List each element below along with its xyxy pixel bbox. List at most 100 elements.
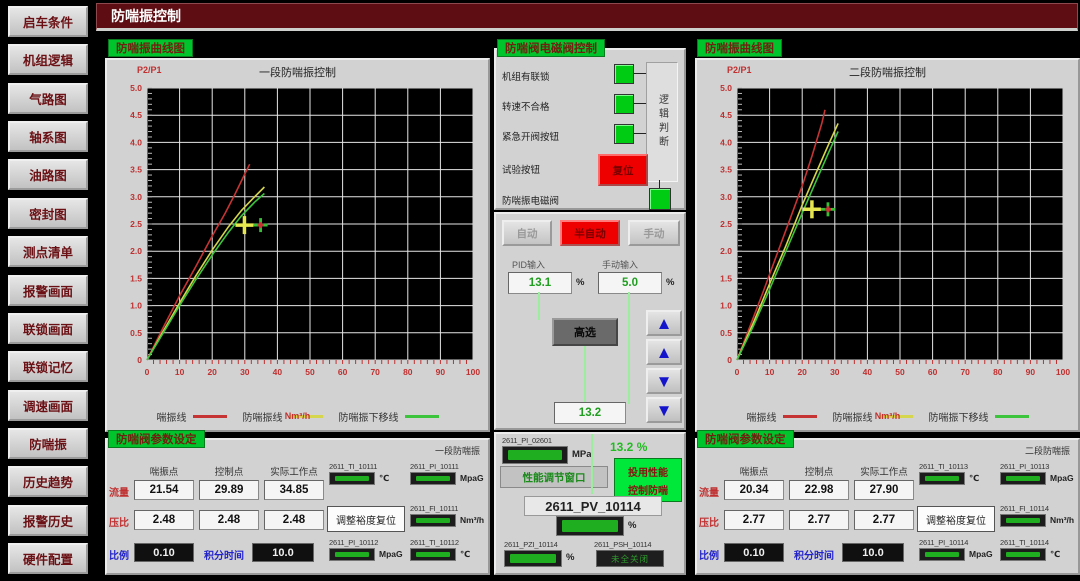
arrow-up-button-1[interactable]: ▲ <box>646 339 682 365</box>
section-label-params-left: 防喘阀参数设定 <box>108 430 205 448</box>
param-value-0-1[interactable]: 22.98 <box>789 480 849 500</box>
svg-text:3.5: 3.5 <box>720 165 732 175</box>
svg-text:30: 30 <box>240 367 250 377</box>
tag-readout-2 <box>410 514 456 527</box>
tag-unit-4: ℃ <box>1050 549 1060 560</box>
svg-text:90: 90 <box>436 367 446 377</box>
section-label-curve-right: 防喘振曲线图 <box>697 39 782 57</box>
led-bar <box>416 552 450 557</box>
param-value-1-0[interactable]: 2.48 <box>134 510 194 530</box>
high-select-button[interactable]: 高选 <box>552 318 618 346</box>
svg-text:4.0: 4.0 <box>720 137 732 147</box>
manual-input-field[interactable]: 5.0 <box>598 272 662 294</box>
mode-button-1[interactable]: 半自动 <box>560 220 620 246</box>
svg-text:90: 90 <box>1026 367 1036 377</box>
valve-position-unit: % <box>628 520 636 531</box>
pzi-tag: 2611_PZI_10114 <box>504 540 558 549</box>
sidebar-item-1[interactable]: 机组逻辑 <box>8 44 88 75</box>
x-axis-unit: Nm³/h <box>285 411 311 421</box>
kp-value-field[interactable]: 0.10 <box>724 543 784 562</box>
legend-swatch <box>193 415 227 418</box>
legend-label: 防喘振线 <box>243 409 283 424</box>
sidebar-item-12[interactable]: 历史趋势 <box>8 466 88 497</box>
param-value-0-1[interactable]: 29.89 <box>199 480 259 500</box>
param-value-0-2: 27.90 <box>854 480 914 500</box>
svg-text:80: 80 <box>993 367 1003 377</box>
arrow-down-button-2[interactable]: ▼ <box>646 368 682 394</box>
tag-unit-3: MpaG <box>379 549 403 559</box>
sidebar-item-6[interactable]: 测点清单 <box>8 236 88 267</box>
param-value-0-0[interactable]: 20.34 <box>724 480 784 500</box>
arrow-down-button-3[interactable]: ▼ <box>646 397 682 423</box>
mode-button-2[interactable]: 手动 <box>628 220 680 246</box>
svg-text:2.5: 2.5 <box>130 219 142 229</box>
legend-swatch <box>405 415 439 418</box>
sidebar-item-5[interactable]: 密封图 <box>8 198 88 229</box>
svg-text:10: 10 <box>175 367 185 377</box>
tag-readout-3 <box>329 548 375 561</box>
sidebar-item-14[interactable]: 硬件配置 <box>8 543 88 574</box>
sidebar-item-13[interactable]: 报警历史 <box>8 505 88 536</box>
svg-text:0.5: 0.5 <box>130 328 142 338</box>
legend-item-1: 防喘振线 <box>833 409 913 424</box>
tag-unit-0: ℃ <box>969 473 979 484</box>
logic-judgement-box: 逻辑判断 <box>646 62 678 182</box>
pressure-unit: MPa <box>572 449 592 460</box>
surge-chart-panel-right: 二段防喘振控制 P2/P1 00.51.01.52.02.53.03.54.04… <box>695 58 1080 432</box>
svg-text:5.0: 5.0 <box>130 83 142 93</box>
sidebar-item-9[interactable]: 联锁记忆 <box>8 351 88 382</box>
param-value-1-0[interactable]: 2.77 <box>724 510 784 530</box>
tag-label-4: 2611_TI_10112 <box>410 538 459 547</box>
param-value-0-0[interactable]: 21.54 <box>134 480 194 500</box>
led-bar <box>510 554 556 563</box>
param-value-1-1[interactable]: 2.48 <box>199 510 259 530</box>
tag-label-3: 2611_PI_10114 <box>919 538 968 547</box>
led-bar <box>416 476 450 481</box>
tag-readout-4 <box>1000 548 1046 561</box>
solenoid-input-label-1: 转速不合格 <box>502 99 550 113</box>
param-value-1-1[interactable]: 2.77 <box>789 510 849 530</box>
tag-label-0: 2611_TI_10111 <box>329 462 377 471</box>
row-label-0: 流量 <box>109 484 132 498</box>
led-bar <box>562 520 618 532</box>
pzi-unit: % <box>566 552 574 563</box>
ti-label: 积分时间 <box>204 547 250 561</box>
solenoid-valve-panel: 逻辑判断 试验按钮 复位 防喘振电磁阀 机组有联锁转速不合格紧急开阀按钮 <box>494 48 686 210</box>
legend-item-2: 防喘振下移线 <box>339 409 439 424</box>
params-panel-left: 一段防喘振喘振点控制点实际工作点流量21.5429.8934.85压比2.482… <box>105 438 490 575</box>
svg-text:0: 0 <box>735 367 740 377</box>
margin-reset-button[interactable]: 调整裕度复位 <box>917 506 995 532</box>
sidebar-item-4[interactable]: 油路图 <box>8 159 88 190</box>
legend-label: 喘振线 <box>157 409 187 424</box>
margin-reset-button[interactable]: 调整裕度复位 <box>327 506 405 532</box>
svg-text:2.0: 2.0 <box>130 246 142 256</box>
sidebar-item-3[interactable]: 轴系图 <box>8 121 88 152</box>
anti-surge-control-screen: 启车条件机组逻辑气路图轴系图油路图密封图测点清单报警画面联锁画面联锁记忆调速画面… <box>0 0 1080 581</box>
tag-label-2: 2611_FI_10111 <box>410 504 458 513</box>
arrow-up-button-0[interactable]: ▲ <box>646 310 682 336</box>
svg-text:70: 70 <box>370 367 380 377</box>
sidebar-item-2[interactable]: 气路图 <box>8 83 88 114</box>
tag-unit-0: ℃ <box>379 473 389 484</box>
mode-button-0[interactable]: 自动 <box>502 220 552 246</box>
kp-value-field[interactable]: 0.10 <box>134 543 194 562</box>
sidebar-item-11[interactable]: 防喘振 <box>8 428 88 459</box>
svg-text:1.0: 1.0 <box>720 301 732 311</box>
tag-readout-4 <box>410 548 456 561</box>
sidebar-item-10[interactable]: 调速画面 <box>8 390 88 421</box>
param-value-1-2: 2.48 <box>264 510 324 530</box>
ti-value-field[interactable]: 10.0 <box>252 543 314 562</box>
sidebar-item-0[interactable]: 启车条件 <box>8 6 88 37</box>
test-reset-button[interactable]: 复位 <box>598 154 648 186</box>
stage-corner-label: 二段防喘振 <box>1025 444 1070 457</box>
ti-value-field[interactable]: 10.0 <box>842 543 904 562</box>
svg-text:3.5: 3.5 <box>130 165 142 175</box>
sidebar-item-8[interactable]: 联锁画面 <box>8 313 88 344</box>
sidebar-item-7[interactable]: 报警画面 <box>8 275 88 306</box>
led-bar <box>1006 518 1040 523</box>
svg-text:4.5: 4.5 <box>720 110 732 120</box>
controller-panel: PID输入 手动输入 13.1 % 5.0 % 高选 13.2 自动半自动手动▲… <box>494 212 686 430</box>
valve-percent-readout: 13.2 % <box>610 440 647 454</box>
params-panel-right: 二段防喘振喘振点控制点实际工作点流量20.3422.9827.90压比2.772… <box>695 438 1080 575</box>
pid-input-field[interactable]: 13.1 <box>508 272 572 294</box>
